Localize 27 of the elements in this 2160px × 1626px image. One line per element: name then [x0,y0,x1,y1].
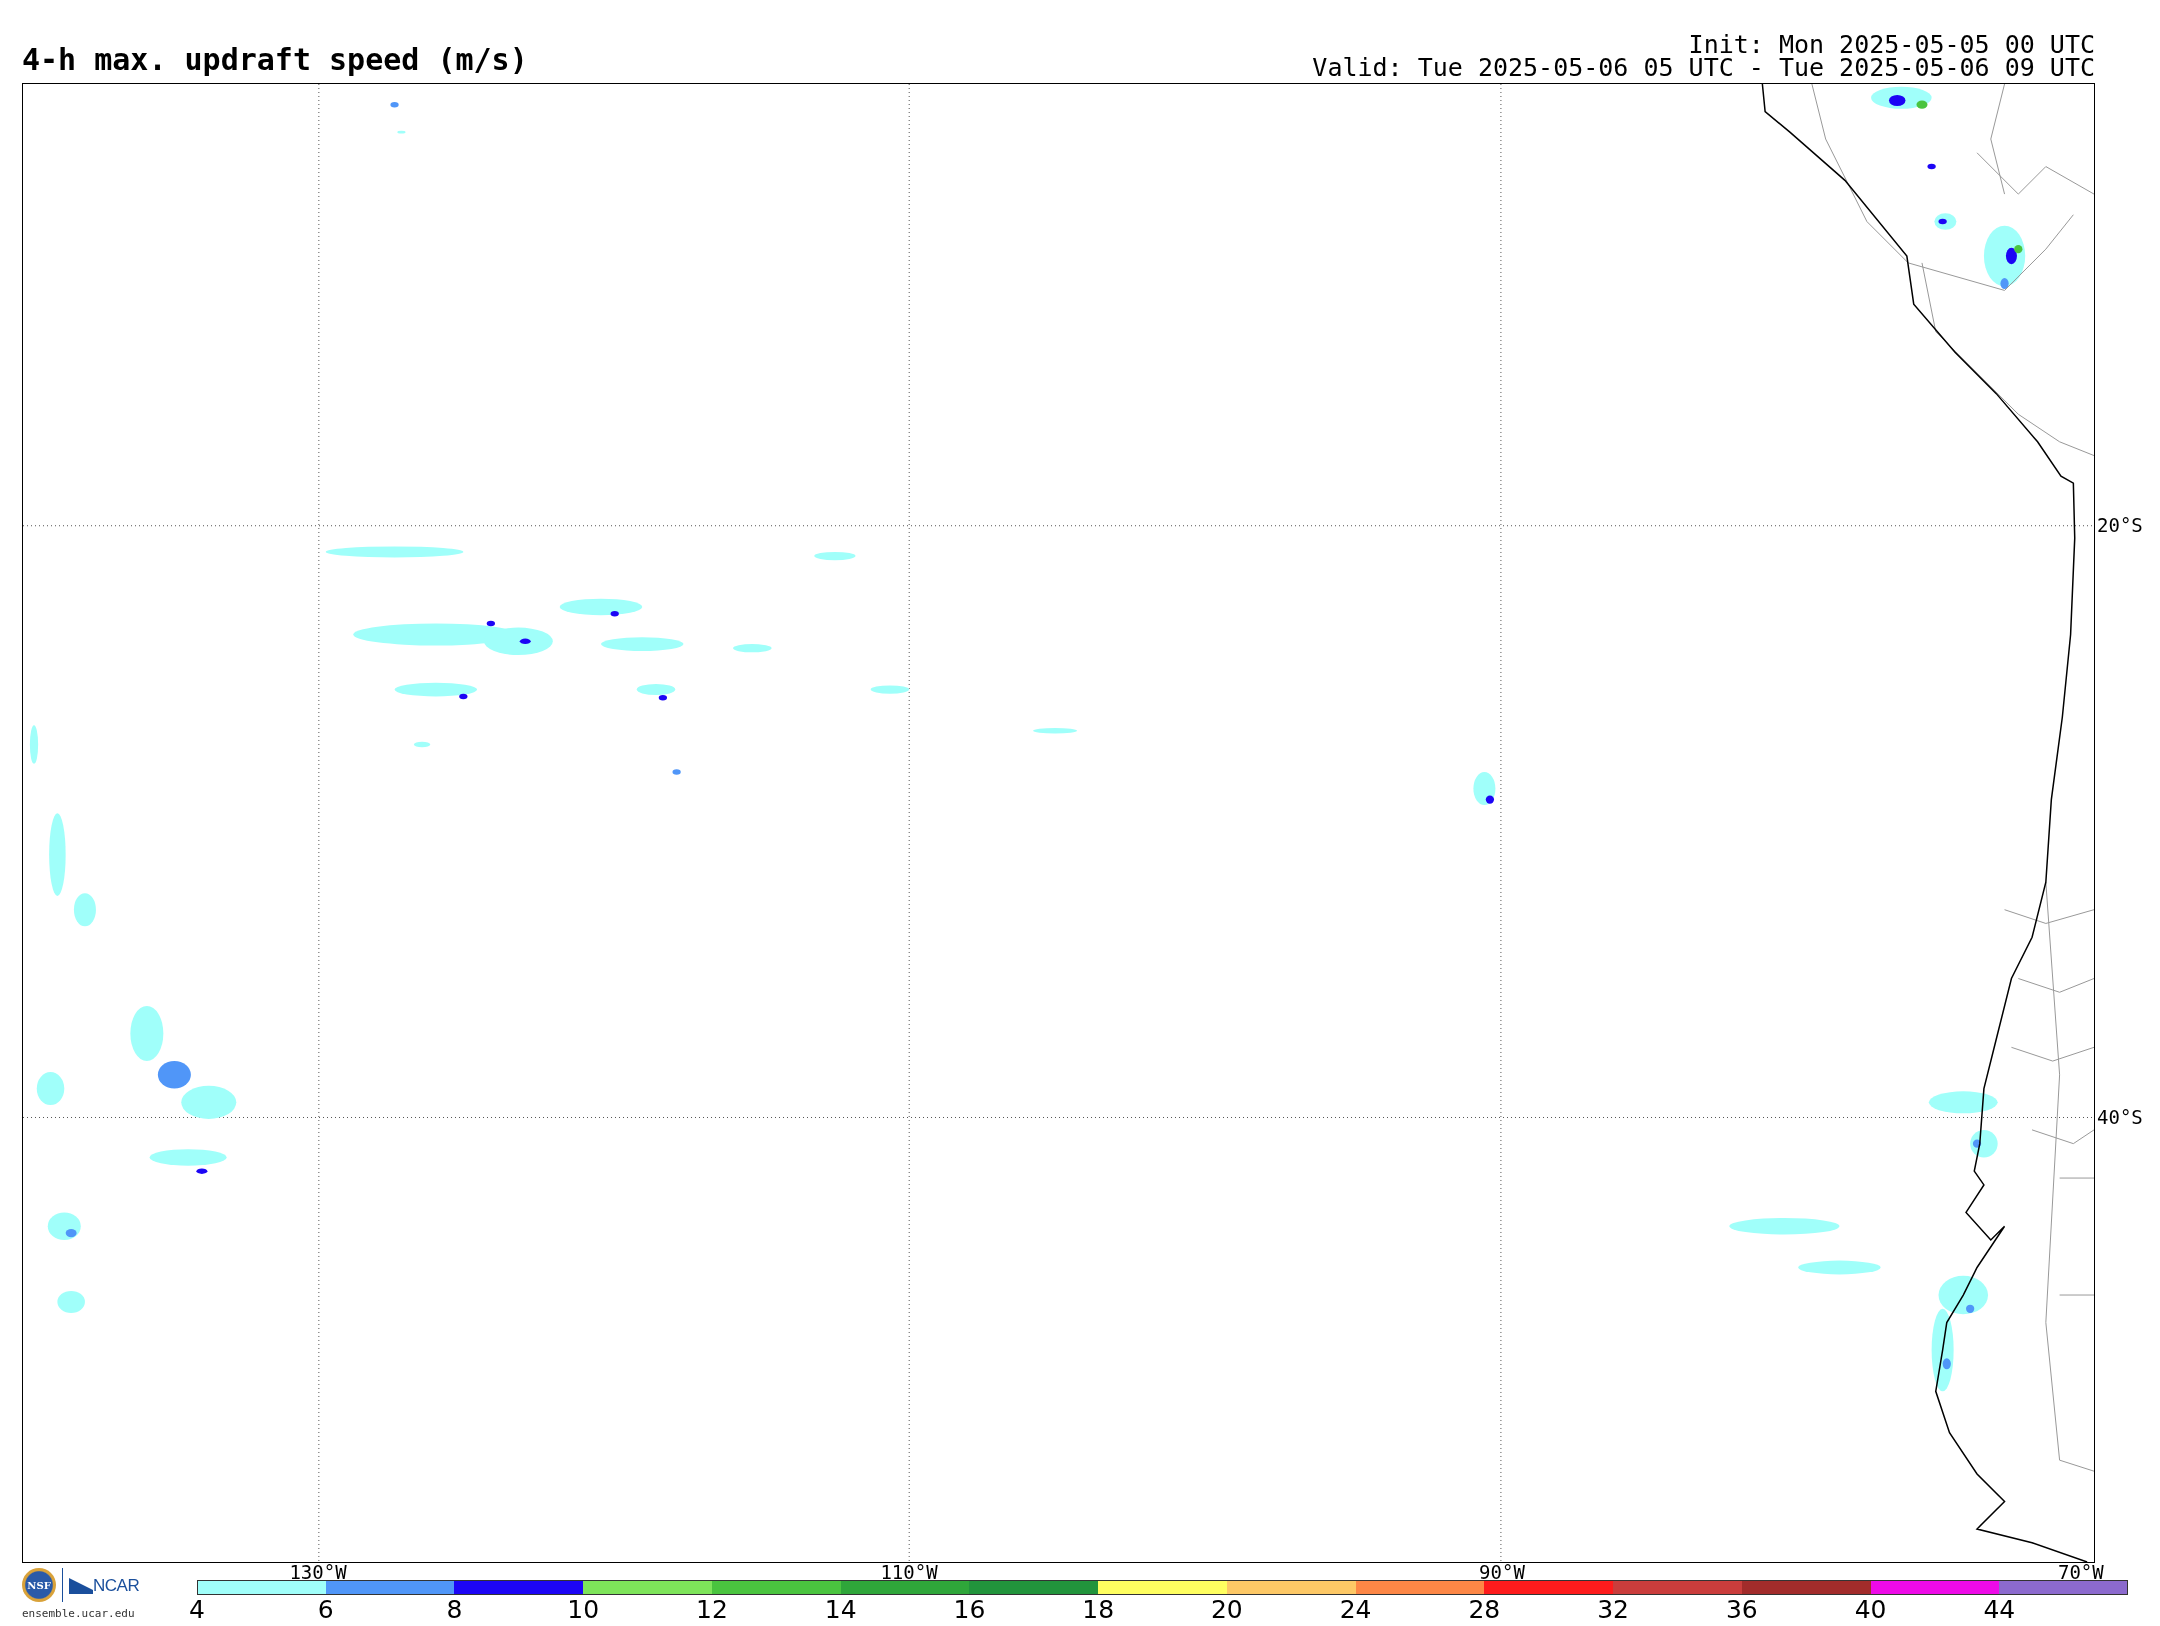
longitude-label: 130°W [289,1563,347,1581]
init-time: Init: Mon 2025-05-05 00 UTC [1688,33,2095,56]
colorbar-tick-label: 28 [1468,1595,1501,1625]
colorbar-tick-label: 18 [1082,1595,1115,1625]
colorbar-tick-label: 4 [189,1595,205,1625]
colorbar-tick-label: 24 [1339,1595,1372,1625]
colorbar-tick-label: 20 [1210,1595,1243,1625]
colorbar-tick-label: 6 [317,1595,334,1625]
colorbar-tick-label: 16 [953,1595,986,1625]
longitude-label: 70°W [2057,1563,2104,1581]
colorbar-tick-label: 32 [1597,1595,1629,1625]
colorbar-tick-label: 40 [1854,1595,1887,1625]
colorbar-tick-label: 8 [446,1595,463,1625]
latitude-label: 20°S [2097,515,2143,535]
longitude-label: 90°W [1479,1563,1525,1581]
colorbar-tick-label: 10 [567,1595,600,1625]
ncar-logo: NCAR [69,1576,140,1594]
nsf-logo: NSF [22,1568,56,1602]
colorbar-tick-label: 44 [1983,1595,2016,1625]
website-url: ensemble.ucar.edu [22,1607,136,1621]
latitude-label: 40°S [2097,1107,2143,1127]
valid-time-range: Valid: Tue 2025-05-06 05 UTC - Tue 2025-05-06 09 UTC [1312,56,2095,79]
colorbar-tick-label: 14 [824,1595,857,1625]
colorbar-tick-label: 12 [696,1595,728,1625]
colorbar-tick-label: 36 [1725,1595,1758,1625]
chart-title: 4-h max. updraft speed (m/s) [22,43,528,77]
longitude-label: 110°W [880,1563,938,1581]
